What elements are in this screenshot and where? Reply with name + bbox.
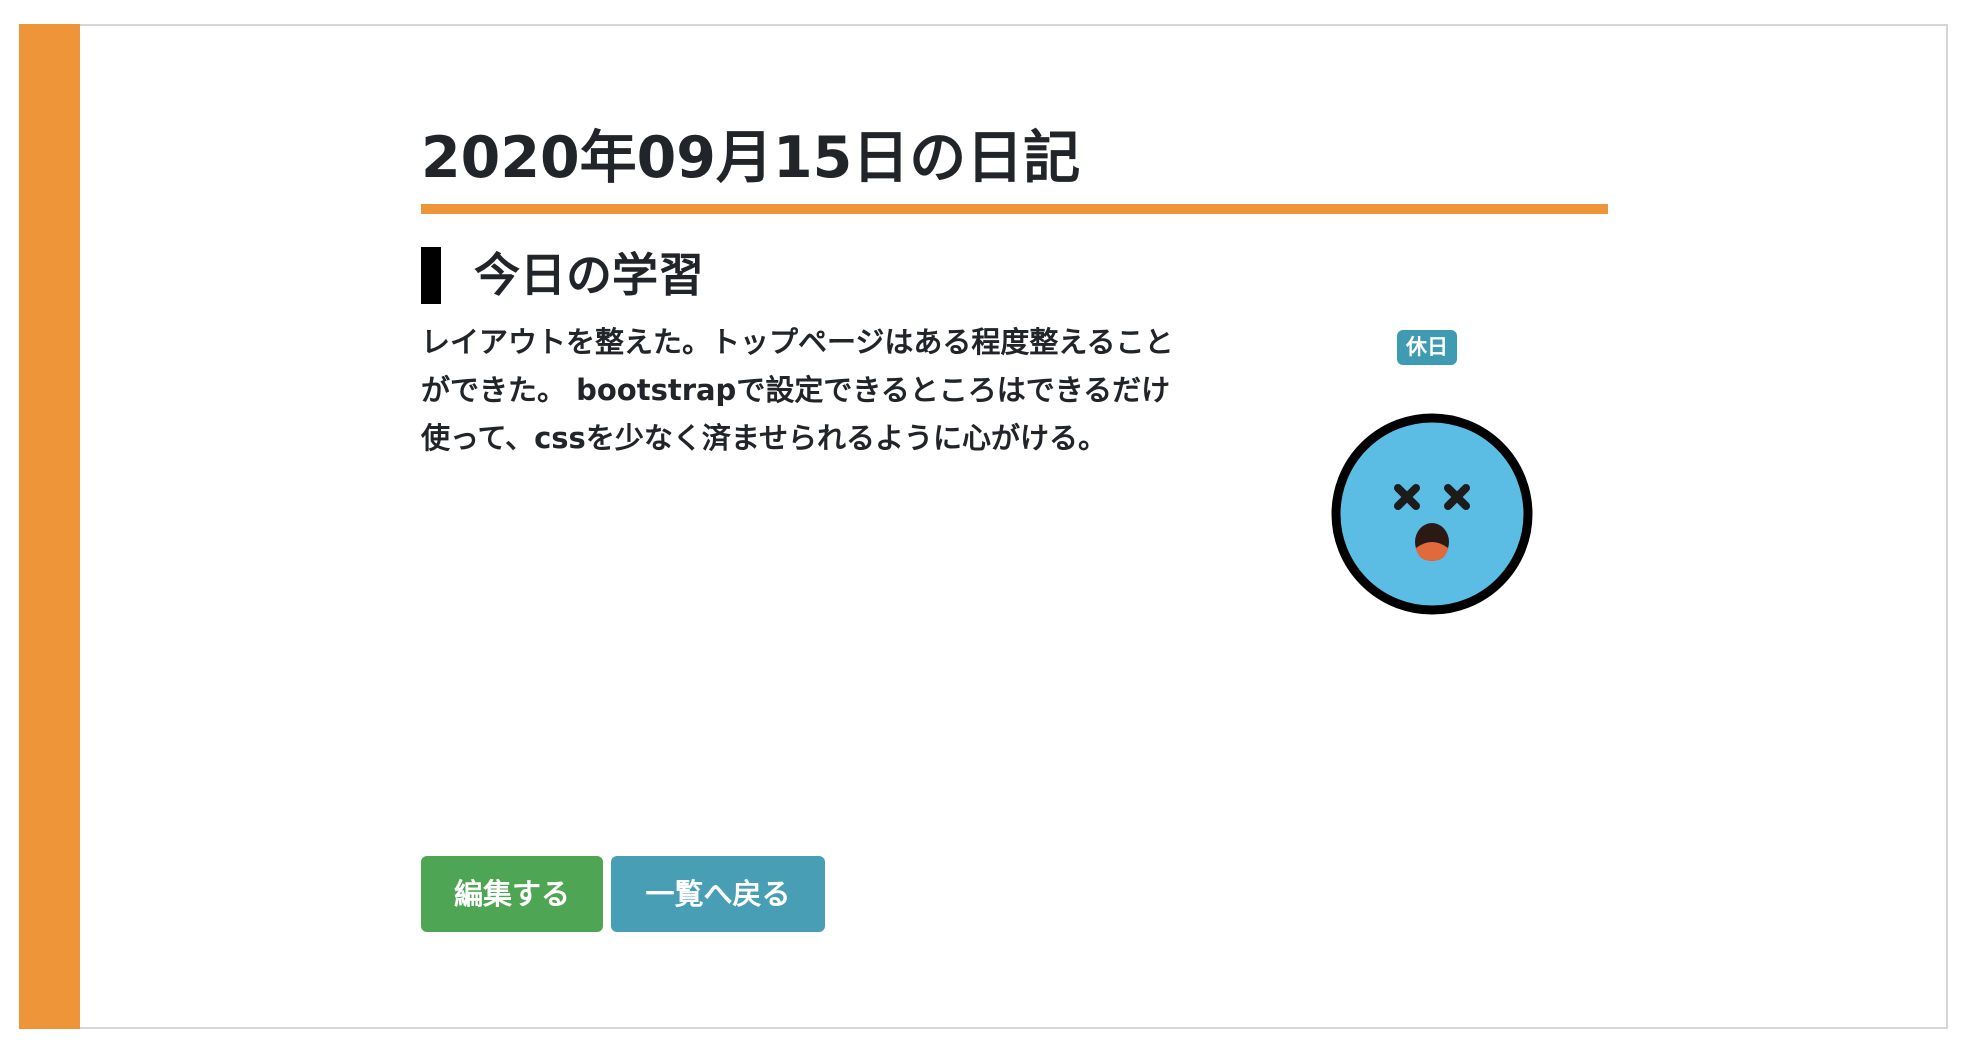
page-title: 2020年09月15日の日記	[421, 125, 1081, 191]
accent-side-bar	[19, 24, 80, 1029]
diary-body-text: レイアウトを整えた。トップページはある程度整えることができた。 bootstra…	[421, 325, 1174, 455]
section-heading-marker	[421, 247, 441, 304]
dizzy-face-icon	[1331, 413, 1533, 615]
status-badge: 休日	[1397, 330, 1457, 365]
section-heading: 今日の学習	[474, 248, 704, 302]
back-to-list-button[interactable]: 一覧へ戻る	[611, 856, 825, 932]
title-underline	[421, 204, 1608, 214]
edit-button[interactable]: 編集する	[421, 856, 603, 932]
